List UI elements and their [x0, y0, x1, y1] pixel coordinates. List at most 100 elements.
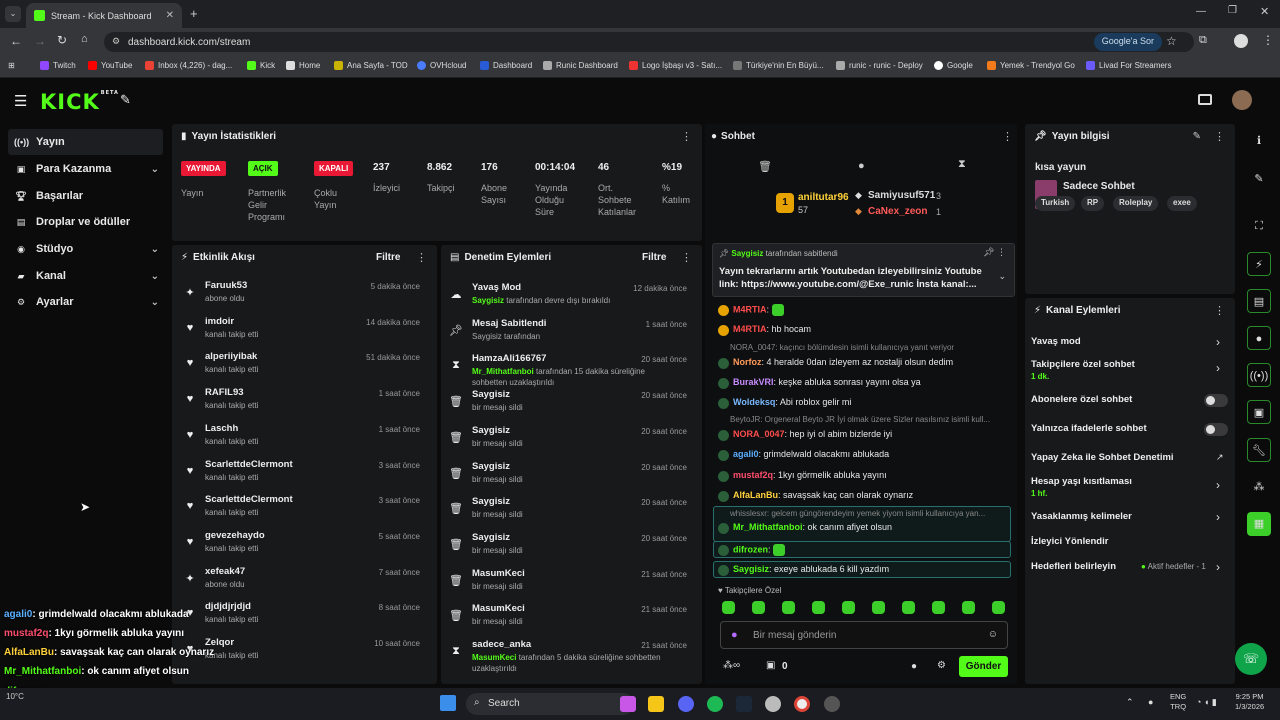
pinned-message[interactable]: 📌︎ Saygisiz tarafından sabitlendi 📌︎ ⋮ Y…	[712, 243, 1015, 297]
chat-message[interactable]: Mr_Mithatfanboi: ok canım afiyet olsun	[733, 522, 1028, 532]
emote-icon[interactable]	[842, 601, 855, 614]
document-icon[interactable]: ▤	[1247, 289, 1271, 313]
chat-message[interactable]: Woldeksq: Abi roblox gelir mi	[733, 397, 1028, 407]
chat-username[interactable]: difrozen	[733, 544, 768, 554]
chat-bubble-small-icon[interactable]: ●	[911, 661, 917, 672]
info-icon[interactable]: ℹ	[1247, 129, 1271, 153]
chat-username[interactable]: Woldeksq	[733, 397, 775, 407]
site-info-icon[interactable]: ⚙	[112, 36, 120, 47]
moderation-row[interactable]: ⧗ sadece_anka MasumKeci tarafından 5 dakik…	[445, 638, 695, 674]
leader-2-name[interactable]: Samiyusuf571	[868, 190, 935, 201]
chevron-right-icon[interactable]: ›	[1216, 361, 1220, 375]
activity-row[interactable]: ✦ Faruuk53 abone oldu 5 dakika önce	[178, 277, 428, 313]
reload-icon[interactable]: ↻	[57, 33, 67, 47]
media-icon[interactable]: ▣	[1247, 400, 1271, 424]
steam-icon[interactable]	[736, 696, 752, 712]
emote-icon[interactable]	[812, 601, 825, 614]
reply-context[interactable]: BeytoJR: Orgeneral Beyto JR İyi olmak üz…	[730, 415, 1010, 424]
home-icon[interactable]: ⌂	[81, 33, 88, 45]
chat-username[interactable]: AlfaLanBu	[733, 490, 778, 500]
points-icon[interactable]: ▣	[766, 660, 775, 671]
bookmark-ovhcloud[interactable]: OVHcloud	[417, 61, 466, 70]
unpin-icon[interactable]: 📌︎ ⋮	[983, 247, 1006, 258]
tray-network-icon[interactable]: ◔ ◖ ▮	[1196, 697, 1217, 708]
channel-action-item[interactable]: Yasaklanmış kelimeler	[1031, 511, 1132, 522]
chat-settings-icon[interactable]: ●	[858, 160, 865, 172]
bookmark-kick[interactable]: Kick	[247, 61, 275, 70]
google-ask-button[interactable]: Google'a Sor	[1093, 33, 1162, 51]
chat-username[interactable]: M4RTIA	[733, 324, 767, 334]
reply-context[interactable]: whisslesxr: gelcem güngörendeyim yemek y…	[730, 509, 1010, 518]
moderation-row[interactable]: 🗑︎ Saygisiz bir mesajı sildi 20 saat önce	[445, 495, 695, 531]
sidebar-item-basarilar[interactable]: 🏆︎ Başarılar	[8, 183, 163, 209]
external-link-icon[interactable]: ↗	[1216, 452, 1224, 463]
moderation-row[interactable]: 🗑︎ Saygisiz bir mesajı sildi 20 saat önce	[445, 460, 695, 496]
stream-tag[interactable]: Turkish	[1035, 196, 1076, 211]
bookmark-star-icon[interactable]: ☆	[1166, 34, 1177, 48]
chat-username[interactable]: M4RTIA	[733, 304, 767, 314]
game-icon[interactable]: ▦	[1247, 512, 1271, 536]
activity-row[interactable]: ♥ RAFIL93 kanalı takip etti 1 saat önce	[178, 384, 428, 420]
stream-preview-icon[interactable]	[1198, 94, 1212, 105]
close-tab-icon[interactable]: ✕	[166, 10, 174, 21]
hamburger-menu-icon[interactable]: ☰	[14, 92, 27, 110]
chat-message[interactable]: M4RTIA: hb hocam	[733, 324, 1028, 334]
bookmark-google[interactable]: Google	[934, 61, 973, 70]
chat-message[interactable]: mustaf2q: 1kyı görmelik abluka yayını	[733, 470, 1028, 480]
copilot-icon[interactable]	[620, 696, 636, 712]
browser-tab[interactable]: Stream - Kick Dashboard ✕	[26, 3, 182, 28]
chat-username[interactable]: Norfoz	[733, 357, 762, 367]
new-tab-icon[interactable]: +	[190, 6, 198, 21]
url-input[interactable]: dashboard.kick.com/stream	[104, 32, 1194, 52]
moderation-row[interactable]: 🗑︎ Saygisiz bir mesajı sildi 20 saat önce	[445, 388, 695, 424]
sidebar-item-yayin[interactable]: ((•)) Yayın	[8, 129, 163, 155]
emote-icon[interactable]	[722, 601, 735, 614]
emoji-icon[interactable]: ☺	[988, 629, 998, 640]
send-button[interactable]: Gönder	[959, 656, 1008, 677]
weather-widget[interactable]: 10°C	[6, 692, 24, 701]
chevron-down-icon[interactable]: ⌄	[998, 271, 1006, 282]
chat-menu-icon[interactable]: ⋮	[1002, 130, 1013, 143]
discord-icon[interactable]	[678, 696, 694, 712]
back-icon[interactable]: ←	[10, 34, 22, 48]
channel-action-item[interactable]: İzleyici Yönlendir	[1031, 536, 1108, 547]
sidebar-item-kanal[interactable]: ▰ Kanal ⌄	[8, 263, 163, 289]
bookmark-dashboard[interactable]: Dashboard	[480, 61, 532, 70]
screenshot-icon[interactable]: ⛶	[1247, 214, 1271, 238]
tray-chevron-icon[interactable]: ⌃	[1126, 697, 1134, 708]
chat-username[interactable]: mustaf2q	[733, 470, 773, 480]
bookmark-logo-isbasi[interactable]: Logo İşbaşı v3 - Satı...	[629, 61, 722, 70]
mic-icon[interactable]: ●	[731, 629, 738, 641]
chat-message[interactable]: Norfoz: 4 heralde 0dan izleyem az nostal…	[733, 357, 1028, 367]
spotify-icon[interactable]	[707, 696, 723, 712]
chevron-right-icon[interactable]: ›	[1216, 560, 1220, 574]
chat-username[interactable]: BurakVRI	[733, 377, 774, 387]
pin-tool-icon[interactable]: ✎	[120, 92, 131, 108]
bookmark-turkiye[interactable]: Türkiye'nin En Büyü...	[733, 61, 824, 70]
chevron-right-icon[interactable]: ›	[1216, 478, 1220, 492]
obs-icon[interactable]	[824, 696, 840, 712]
file-explorer-icon[interactable]	[648, 696, 664, 712]
bookmark-twitch[interactable]: Twitch	[40, 61, 76, 70]
windows-start-icon[interactable]	[440, 695, 456, 711]
activity-row[interactable]: ♥ gevezehaydo kanalı takip etti 5 saat önce	[178, 527, 428, 563]
forward-icon[interactable]: →	[34, 34, 46, 48]
stream-tag[interactable]: Roleplay	[1113, 196, 1159, 211]
bookmark-livad[interactable]: Livad For Streamers	[1086, 61, 1171, 70]
activity-menu-icon[interactable]: ⋮	[416, 251, 427, 264]
chrome-icon[interactable]	[794, 696, 810, 712]
app-icon[interactable]	[765, 696, 781, 712]
edit-pencil-icon[interactable]: ✎	[1247, 167, 1271, 191]
user-avatar[interactable]	[1232, 90, 1252, 110]
moderation-row[interactable]: 🗑︎ MasumKeci bir mesajı sildi 21 saat önce	[445, 602, 695, 638]
moderation-row[interactable]: 📌︎ Mesaj Sabitlendi Saygisiz tarafından 1 s…	[445, 317, 695, 353]
bookmark-gmail[interactable]: Inbox (4,226) - dag...	[145, 61, 232, 70]
chat-icon[interactable]: ●	[1247, 326, 1271, 350]
category-name[interactable]: Sadece Sohbet	[1063, 181, 1135, 192]
chat-message[interactable]: NORA_0047: hep iyi ol abim bizlerde iyi	[733, 429, 1028, 439]
restore-icon[interactable]: ❐	[1228, 5, 1237, 16]
hourglass-icon[interactable]: ⧗	[958, 158, 966, 171]
wrench-icon[interactable]: 🔧︎	[1247, 438, 1271, 462]
activity-filter-button[interactable]: Filtre	[376, 252, 400, 263]
activity-row[interactable]: ♥ ScarlettdeClermont kanalı takip etti 3 sa…	[178, 456, 428, 492]
